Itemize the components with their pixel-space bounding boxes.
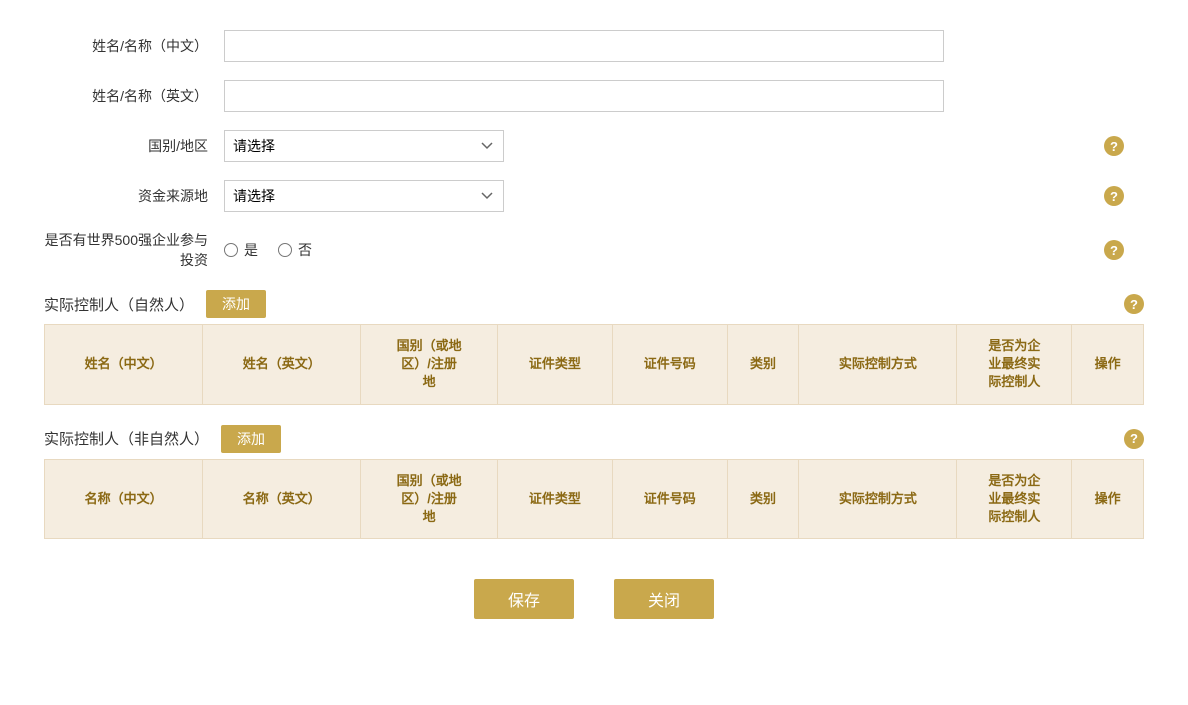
natural-col-cert-no: 证件号码 — [612, 325, 727, 405]
natural-controller-header-left: 实际控制人（自然人） 添加 — [44, 290, 266, 318]
fund-source-row: 资金来源地 请选择 ? — [44, 180, 1144, 212]
fund-source-help-icon[interactable]: ? — [1104, 186, 1124, 206]
natural-col-control-method: 实际控制方式 — [799, 325, 957, 405]
non-natural-col-control-method: 实际控制方式 — [799, 459, 957, 539]
natural-col-country: 国别（或地区）/注册地 — [361, 325, 498, 405]
natural-col-name-en: 姓名（英文） — [203, 325, 361, 405]
non-natural-controller-help-icon[interactable]: ? — [1124, 429, 1144, 449]
non-natural-controller-table: 名称（中文） 名称（英文） 国别（或地区）/注册地 证件类型 证件号码 类别 实… — [44, 459, 1144, 540]
non-natural-controller-add-btn[interactable]: 添加 — [221, 425, 281, 453]
country-label: 国别/地区 — [44, 136, 224, 156]
non-natural-col-name-zh: 名称（中文） — [45, 459, 203, 539]
natural-controller-title: 实际控制人（自然人） — [44, 294, 194, 315]
fortune500-help-icon[interactable]: ? — [1104, 240, 1124, 260]
save-button[interactable]: 保存 — [474, 579, 574, 619]
fortune500-row: 是否有世界500强企业参与投资 是 否 ? — [44, 230, 1144, 270]
non-natural-col-cert-type: 证件类型 — [497, 459, 612, 539]
non-natural-col-name-en: 名称（英文） — [203, 459, 361, 539]
radio-no-input[interactable] — [278, 243, 292, 257]
radio-yes-label: 是 — [244, 240, 258, 260]
radio-yes-option[interactable]: 是 — [224, 240, 258, 260]
close-button[interactable]: 关闭 — [614, 579, 714, 619]
non-natural-col-category: 类别 — [727, 459, 799, 539]
name-en-input[interactable] — [224, 80, 944, 112]
non-natural-controller-title: 实际控制人（非自然人） — [44, 428, 209, 449]
non-natural-col-country: 国别（或地区）/注册地 — [361, 459, 498, 539]
country-help-icon[interactable]: ? — [1104, 136, 1124, 156]
natural-controller-table-head: 姓名（中文） 姓名（英文） 国别（或地区）/注册地 证件类型 证件号码 类别 实… — [45, 325, 1144, 405]
fortune500-radio-group: 是 否 — [224, 240, 312, 260]
country-select[interactable]: 请选择 — [224, 130, 504, 162]
non-natural-col-operation: 操作 — [1072, 459, 1144, 539]
natural-col-is-ultimate: 是否为企业最终实际控制人 — [957, 325, 1072, 405]
name-en-row: 姓名/名称（英文） — [44, 80, 1144, 112]
country-row: 国别/地区 请选择 ? — [44, 130, 1144, 162]
non-natural-controller-header-row: 名称（中文） 名称（英文） 国别（或地区）/注册地 证件类型 证件号码 类别 实… — [45, 459, 1144, 539]
non-natural-controller-header-left: 实际控制人（非自然人） 添加 — [44, 425, 281, 453]
non-natural-controller-table-head: 名称（中文） 名称（英文） 国别（或地区）/注册地 证件类型 证件号码 类别 实… — [45, 459, 1144, 539]
page-container: 姓名/名称（中文） 姓名/名称（英文） 国别/地区 请选择 ? 资金来源地 请选… — [44, 30, 1144, 649]
name-zh-label: 姓名/名称（中文） — [44, 36, 224, 56]
natural-controller-header: 实际控制人（自然人） 添加 ? — [44, 290, 1144, 318]
natural-controller-header-row: 姓名（中文） 姓名（英文） 国别（或地区）/注册地 证件类型 证件号码 类别 实… — [45, 325, 1144, 405]
non-natural-col-cert-no: 证件号码 — [612, 459, 727, 539]
fund-source-label: 资金来源地 — [44, 186, 224, 206]
radio-yes-input[interactable] — [224, 243, 238, 257]
non-natural-col-is-ultimate: 是否为企业最终实际控制人 — [957, 459, 1072, 539]
radio-no-option[interactable]: 否 — [278, 240, 312, 260]
fund-source-select[interactable]: 请选择 — [224, 180, 504, 212]
name-en-label: 姓名/名称（英文） — [44, 86, 224, 106]
bottom-buttons: 保存 关闭 — [44, 579, 1144, 649]
natural-col-name-zh: 姓名（中文） — [45, 325, 203, 405]
form-section: 姓名/名称（中文） 姓名/名称（英文） 国别/地区 请选择 ? 资金来源地 请选… — [44, 30, 1144, 270]
natural-col-category: 类别 — [727, 325, 799, 405]
natural-col-cert-type: 证件类型 — [497, 325, 612, 405]
name-zh-row: 姓名/名称（中文） — [44, 30, 1144, 62]
name-zh-input[interactable] — [224, 30, 944, 62]
natural-controller-section: 实际控制人（自然人） 添加 ? 姓名（中文） 姓名（英文） 国别（或地区）/注册… — [44, 290, 1144, 405]
natural-col-operation: 操作 — [1072, 325, 1144, 405]
natural-controller-help-icon[interactable]: ? — [1124, 294, 1144, 314]
non-natural-controller-header: 实际控制人（非自然人） 添加 ? — [44, 425, 1144, 453]
non-natural-controller-section: 实际控制人（非自然人） 添加 ? 名称（中文） 名称（英文） 国别（或地区）/注… — [44, 425, 1144, 540]
natural-controller-add-btn[interactable]: 添加 — [206, 290, 266, 318]
natural-controller-table: 姓名（中文） 姓名（英文） 国别（或地区）/注册地 证件类型 证件号码 类别 实… — [44, 324, 1144, 405]
radio-no-label: 否 — [298, 240, 312, 260]
fortune500-label: 是否有世界500强企业参与投资 — [44, 230, 224, 270]
